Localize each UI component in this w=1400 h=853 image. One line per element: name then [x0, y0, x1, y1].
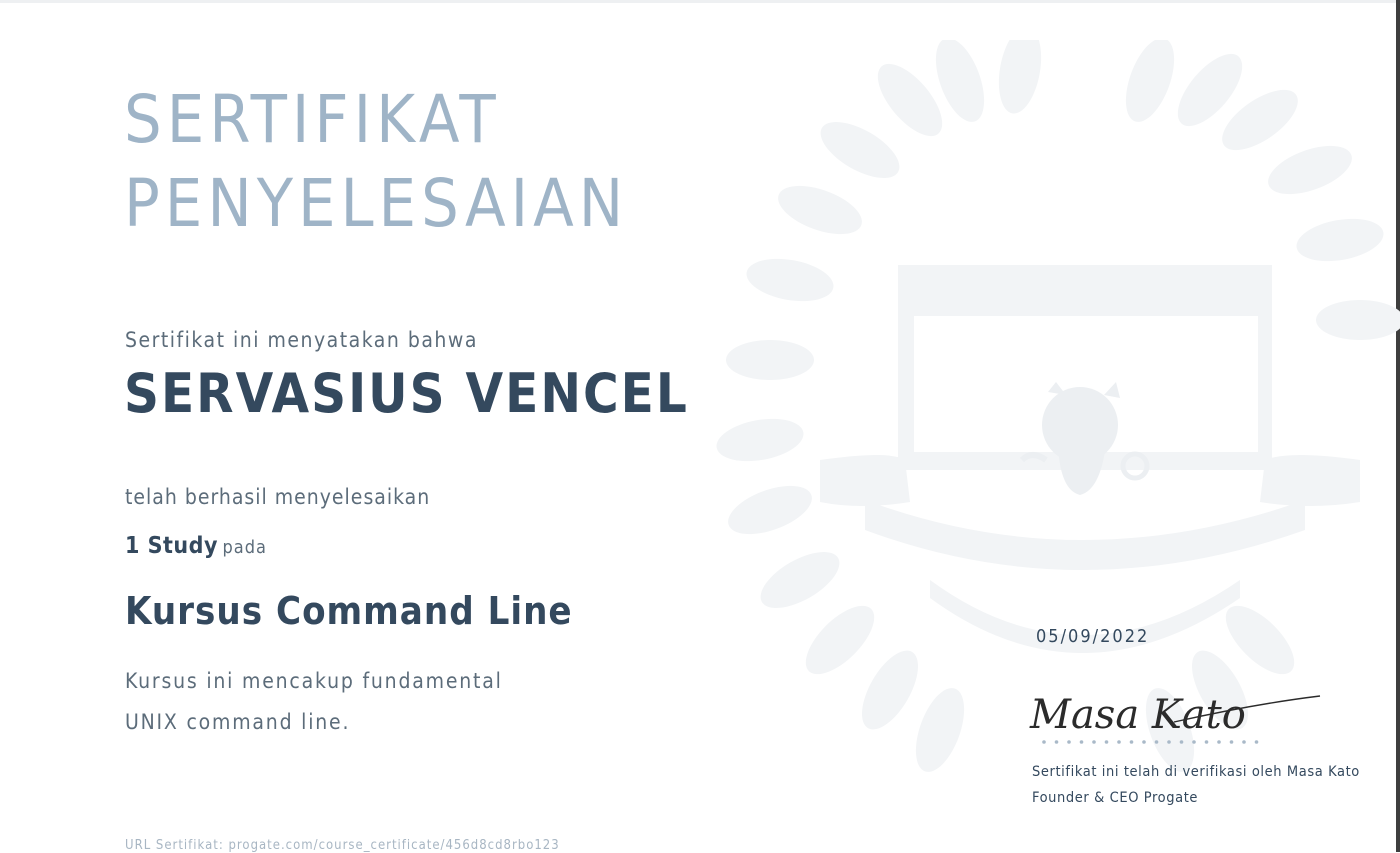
crest-shield: [898, 265, 1272, 495]
certificate-title: SERTIFIKAT PENYELESAIAN: [124, 78, 628, 246]
top-border: [0, 0, 1400, 3]
certificate-url: URL Sertifikat: progate.com/course_certi…: [125, 838, 560, 853]
certificate-date: 05/09/2022: [1036, 626, 1150, 647]
recipient-name: SERVASIUS VENCEL: [124, 362, 689, 425]
founder-signature: Masa Kato: [1029, 692, 1321, 744]
course-description: Kursus ini mencakup fundamental UNIX com…: [125, 669, 503, 734]
course-title: Kursus Command Line: [125, 589, 573, 633]
study-count: 1 Study: [125, 533, 218, 559]
completion-label: telah berhasil menyelesaikan: [125, 485, 431, 509]
verification-line-2: Founder & CEO Progate: [1032, 790, 1199, 806]
verification-line-1: Sertifikat ini telah di verifikasi oleh …: [1032, 764, 1360, 780]
signature-dotted-line: [1042, 740, 1259, 744]
certificate-intro: Sertifikat ini menyatakan bahwa: [125, 328, 478, 352]
title-line-2: PENYELESAIAN: [124, 165, 629, 242]
signature-handwriting: Masa Kato: [1029, 692, 1246, 738]
verification-note: Sertifikat ini telah di verifikasi oleh …: [1032, 759, 1360, 811]
title-line-1: SERTIFIKAT: [124, 81, 501, 158]
study-line: 1 Study pada: [125, 533, 267, 559]
study-suffix: pada: [222, 537, 267, 558]
